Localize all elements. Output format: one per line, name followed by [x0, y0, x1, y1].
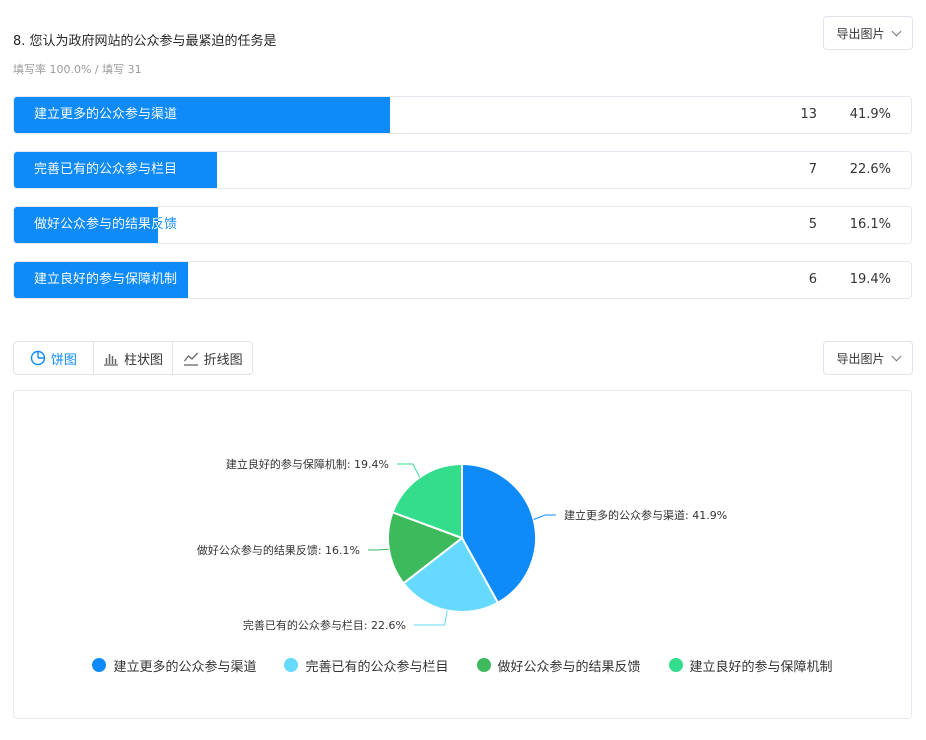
chart-legend: 建立更多的公众参与渠道 完善已有的公众参与栏目 做好公众参与的结果反馈 建立良好的参与… — [13, 654, 912, 676]
legend-label: 建立更多的公众参与渠道 — [113, 659, 257, 675]
legend-label: 做好公众参与的结果反馈 — [497, 659, 641, 675]
slice-label: 做好公众参与的结果反馈: 16.1% — [197, 543, 360, 557]
legend-label: 建立良好的参与保障机制 — [689, 659, 833, 675]
pie-chart: 建立更多的公众参与渠道: 41.9% 完善已有的公众参与栏目: 22.6% 做好公众… — [197, 457, 727, 632]
legend-marker — [284, 658, 299, 672]
slice-leader-line — [414, 610, 448, 626]
legend-marker — [92, 658, 107, 672]
legend-item[interactable]: 完善已有的公众参与栏目 — [284, 654, 449, 676]
slice-label: 建立更多的公众参与渠道: 41.9% — [564, 508, 727, 522]
legend-item[interactable]: 建立更多的公众参与渠道 — [92, 654, 256, 676]
slice-label: 完善已有的公众参与栏目: 22.6% — [243, 618, 406, 632]
legend-item[interactable]: 做好公众参与的结果反馈 — [476, 654, 641, 676]
slice-leader-line — [533, 514, 556, 520]
slice-leader-line — [397, 463, 421, 478]
slice-leader-line — [368, 548, 389, 551]
legend-marker — [476, 658, 491, 672]
legend-label: 完善已有的公众参与栏目 — [305, 659, 449, 675]
legend-marker — [668, 658, 683, 672]
slice-label: 建立良好的参与保障机制: 19.4% — [226, 457, 389, 471]
legend-item[interactable]: 建立良好的参与保障机制 — [668, 654, 833, 676]
